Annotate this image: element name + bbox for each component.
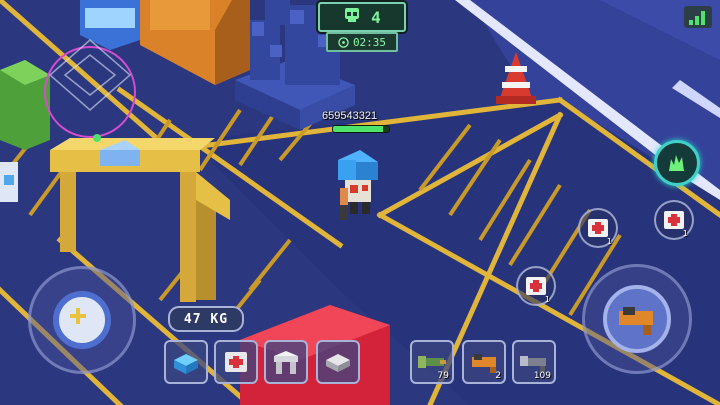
medkit-count: 1 [606, 237, 612, 246]
skull-icon [343, 6, 361, 28]
ability-button[interactable] [654, 140, 700, 186]
weapon-slot-green-gun[interactable]: 79 [410, 340, 454, 384]
medkit-pickup[interactable]: 1 [578, 208, 618, 248]
signal-bars-icon [684, 6, 712, 28]
weapon-ammo-count: 79 [437, 371, 449, 381]
green-flame-icon [657, 155, 697, 187]
white-arch-icon [274, 351, 298, 374]
fire-joystick[interactable] [582, 264, 692, 374]
medkit-block-icon [225, 352, 247, 372]
item-slot-white-arch[interactable] [264, 340, 308, 384]
player-name-label: 659543321 [322, 110, 378, 122]
player-health-bar [332, 125, 390, 133]
radiation-icon [338, 33, 349, 52]
timer-text: 02:35 [352, 35, 387, 49]
movement-joystick[interactable] [28, 266, 136, 374]
medkit-count: 1 [682, 229, 688, 238]
weapon-slot-orange-gun[interactable]: 2 [462, 340, 506, 384]
fire-button[interactable] [603, 285, 671, 353]
item-slot-blue-block[interactable] [164, 340, 208, 384]
medkit-count: 1 [544, 295, 550, 304]
joystick-knob[interactable] [53, 291, 111, 349]
top-hud: 4 02:35 [300, 2, 420, 52]
item-slot-gray-block[interactable] [316, 340, 360, 384]
medkit-pickup[interactable]: 1 [516, 266, 556, 306]
players-alive-count: 4 [371, 7, 381, 27]
health-fill [333, 126, 384, 132]
players-alive-panel: 4 [318, 2, 406, 32]
item-slot-medkit-block[interactable] [214, 340, 258, 384]
gray-block-icon [326, 354, 350, 372]
blue-block-icon [174, 354, 198, 374]
inventory-weight: 47 KG [168, 306, 244, 332]
weapon-slot-gray-gun[interactable]: 109 [512, 340, 556, 384]
medkit-pickup[interactable]: 1 [654, 200, 694, 240]
weapon-ammo-count: 109 [533, 371, 551, 381]
zone-timer: 02:35 [326, 32, 398, 52]
weapon-ammo-count: 2 [495, 371, 501, 381]
